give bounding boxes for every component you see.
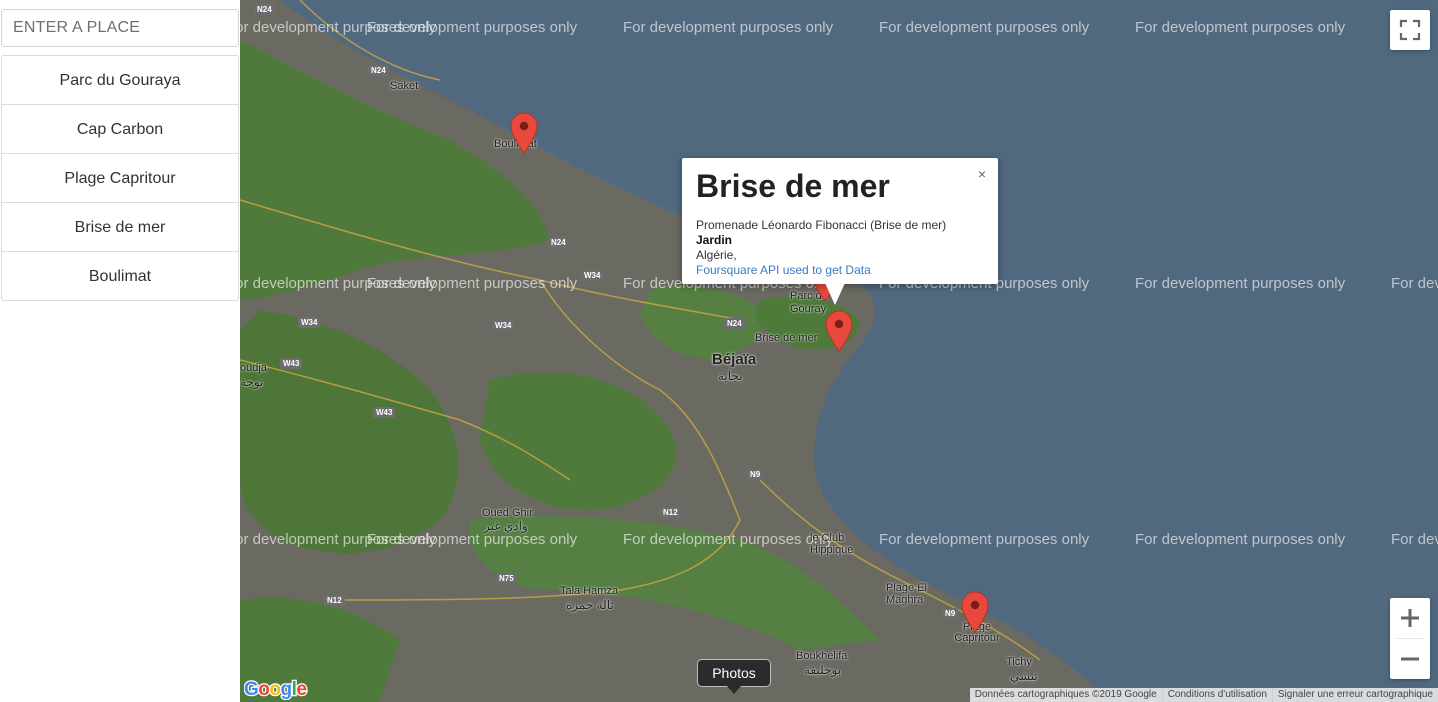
dev-watermark: For development purposes only: [1135, 531, 1346, 548]
google-logo: Google: [243, 678, 310, 702]
label-bejaia-ar: بجاية: [718, 369, 743, 383]
foursquare-link[interactable]: Foursquare API used to get Data: [696, 263, 871, 277]
info-window-country: Algérie,: [696, 248, 737, 262]
road-shield: N24: [254, 4, 275, 15]
label-boukhelifa: Boukhelifa: [796, 650, 848, 662]
info-window-pointer: [825, 283, 845, 305]
place-item-plage-capritour[interactable]: Plage Capritour: [2, 154, 238, 203]
label-plage-el-maghra: Plage El Maghra: [886, 582, 927, 606]
fullscreen-button[interactable]: [1390, 10, 1430, 50]
place-item-boulimat[interactable]: Boulimat: [2, 252, 238, 300]
search-input[interactable]: [1, 9, 239, 47]
road-shield: N12: [324, 595, 345, 606]
label-club-hippique: le Club Hippique: [810, 532, 854, 556]
map-marker-plage-capritour[interactable]: [961, 591, 989, 633]
close-icon[interactable]: ×: [978, 166, 986, 182]
map-marker-brise-de-mer[interactable]: [825, 310, 853, 352]
place-item-cap-carbon[interactable]: Cap Carbon: [2, 105, 238, 154]
road-shield: N9: [747, 469, 764, 480]
label-toudja-ar: توجة: [240, 375, 264, 389]
map-attribution: Données cartographiques ©2019 Google Con…: [969, 688, 1438, 702]
report-error-link[interactable]: Signaler une erreur cartographique: [1271, 688, 1438, 702]
label-bejaia: Béjaïa: [712, 351, 757, 368]
place-item-brise-de-mer[interactable]: Brise de mer: [2, 203, 238, 252]
terms-link[interactable]: Conditions d'utilisation: [1161, 688, 1272, 702]
dev-watermark: For development purposes only: [1391, 531, 1438, 548]
zoom-out-button[interactable]: [1390, 639, 1430, 679]
map-canvas[interactable]: For development purposes only For develo…: [240, 0, 1438, 702]
road-shield: W34: [298, 317, 321, 328]
label-oued-ghir-ar: وادي غير: [484, 519, 528, 533]
dev-watermark: For development purposes only: [1135, 275, 1346, 292]
dev-watermark: For development purposes only: [367, 275, 578, 292]
svg-text:Google: Google: [244, 679, 306, 700]
road-shield: N24: [724, 318, 745, 329]
label-tala-hamza: Tala Hamza: [560, 585, 619, 597]
photos-pointer: [727, 686, 741, 694]
info-window-title: Brise de mer: [696, 168, 890, 204]
road-shield: N24: [368, 65, 389, 76]
info-window-category: Jardin: [696, 233, 733, 247]
road-shield: N12: [660, 507, 681, 518]
dev-watermark: For development purposes only: [879, 531, 1090, 548]
label-tichy: Tichy: [1006, 656, 1032, 668]
road-shield: N75: [496, 573, 517, 584]
label-boukhelifa-ar: بوخليفة: [804, 663, 842, 677]
google-logo-mark: Google: [243, 678, 308, 702]
map-marker-boulimat[interactable]: [510, 112, 538, 154]
dev-watermark: For development purposes only: [367, 531, 578, 548]
road-shield: W43: [373, 407, 396, 418]
sidebar: Parc du Gouraya Cap Carbon Plage Caprito…: [0, 0, 240, 702]
zoom-control: [1390, 598, 1430, 679]
dev-watermark: For development purposes only: [1135, 19, 1346, 36]
dev-watermark: For development purposes only: [623, 19, 834, 36]
road-shield: N9: [942, 608, 959, 619]
zoom-in-button[interactable]: [1390, 598, 1430, 638]
info-window-address: Promenade Léonardo Fibonacci (Brise de m…: [696, 218, 947, 232]
place-list: Parc du Gouraya Cap Carbon Plage Caprito…: [1, 55, 239, 301]
label-saket: Saket: [390, 80, 419, 92]
label-toudja: oudja: [240, 362, 267, 374]
fullscreen-icon: [1399, 19, 1421, 41]
dev-watermark: For development purposes only: [367, 19, 578, 36]
label-tichy-ar: تيشي: [1010, 669, 1038, 683]
road-shield: W34: [581, 270, 604, 281]
dev-watermark: For development purposes only: [1391, 275, 1438, 292]
photos-button[interactable]: Photos: [697, 659, 771, 687]
dev-watermark: For development purposes only: [623, 531, 834, 548]
dev-watermark: For development purposes only: [879, 19, 1090, 36]
attribution-data: Données cartographiques ©2019 Google: [974, 689, 1157, 700]
label-brise-de-mer: Brise de mer: [755, 332, 818, 344]
label-oued-ghir: Oued Ghir: [482, 507, 533, 519]
place-item-parc-du-gouraya[interactable]: Parc du Gouraya: [2, 56, 238, 105]
road-shield: W34: [492, 320, 515, 331]
info-window: × Brise de mer Promenade Léonardo Fibona…: [682, 158, 998, 284]
road-shield: W43: [280, 358, 303, 369]
label-tala-hamza-ar: تالة حمزة: [566, 598, 614, 612]
road-shield: N24: [548, 237, 569, 248]
